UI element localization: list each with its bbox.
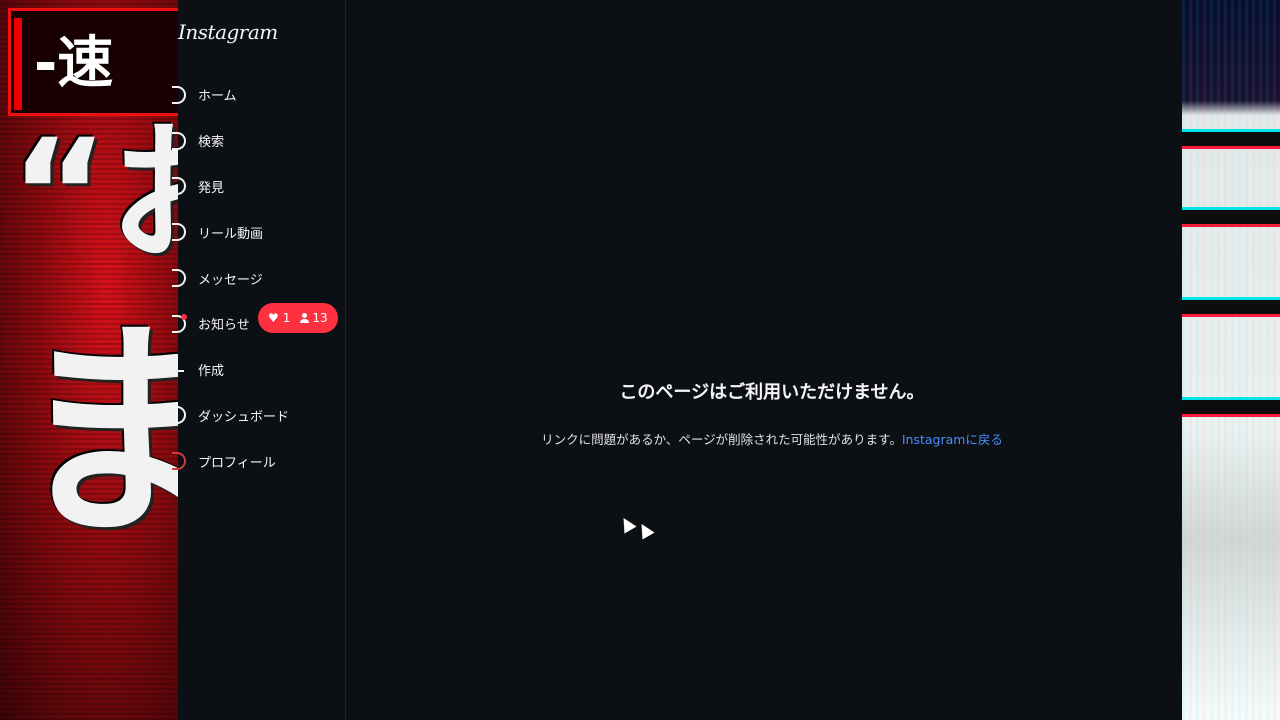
glitch-stripe [1182,300,1280,314]
background-thumbnail-right [1182,0,1280,720]
sidebar-item-label: お知らせ [198,318,250,334]
instagram-logo[interactable]: Instagram [178,20,278,44]
thumbnail-glyph-2: ま [14,301,178,568]
sidebar-item-create[interactable]: 作成 [178,347,346,393]
main-content: このページはご利用いただけません。 リンクに問題があるか、ページが削除された可能… [346,0,1182,720]
sidebar-item-label: ダッシュボード [198,409,290,425]
sidebar-item-label: メッセージ [198,272,263,288]
likes-count: ♥ 1 [268,311,290,325]
sidebar-item-label: 発見 [198,180,225,196]
thumbnail-glyph-1: “お [10,108,178,282]
thumbnail-banner-text: ‐速 [34,31,114,96]
sidebar-item-explore[interactable]: 発見 [172,164,346,210]
create-icon [178,369,184,372]
page-unavailable-description: リンクに問題があるか、ページが削除された可能性があります。Instagramに戻… [346,429,1198,448]
background-thumbnail-left: ‐速 “お ま [0,0,178,720]
sidebar-nav: ホーム 検索 発見 リール動画 メッセージ お知らせ 作成 ダッシュボード プロ… [172,72,346,484]
error-description-text: リンクに問題があるか、ページが削除された可能性があります。 [541,432,902,447]
notification-badge[interactable]: ♥ 1 13 [258,303,338,333]
screen: ‐速 “お ま Instagram ホーム 検索 発見 [0,0,1280,720]
profile-avatar-icon [172,452,186,471]
sidebar-item-messages[interactable]: メッセージ [172,255,346,301]
heart-filled-icon: ♥ [268,311,279,325]
sidebar-item-label: ホーム [198,89,237,105]
sidebar-item-search[interactable]: 検索 [172,118,346,164]
sidebar-item-profile[interactable]: プロフィール [172,438,346,484]
sidebar: Instagram ホーム 検索 発見 リール動画 メッセージ お知らせ 作成 … [172,0,346,720]
sidebar-item-home[interactable]: ホーム [172,72,346,118]
reels-icon [172,223,186,242]
search-icon [172,131,186,150]
sidebar-item-dashboard[interactable]: ダッシュボード [172,393,346,439]
sidebar-item-label: 作成 [198,364,225,380]
explore-icon [172,177,186,196]
likes-count-value: 1 [282,311,291,325]
dashboard-icon [172,406,186,425]
follows-count: 13 [300,311,328,325]
sidebar-item-reels[interactable]: リール動画 [172,209,346,255]
glitch-stripe [1182,132,1280,146]
sidebar-item-label: リール動画 [198,226,264,242]
thumbnail-banner-bar [14,18,22,110]
page-unavailable-title: このページはご利用いただけません。 [619,382,925,403]
sidebar-item-label: プロフィール [198,455,276,471]
person-icon [300,313,310,323]
glitch-stripe [1182,210,1280,224]
home-icon [172,85,186,104]
back-to-instagram-link[interactable]: Instagramに戻る [902,432,1003,447]
messenger-icon [172,269,186,288]
sidebar-item-label: 検索 [198,135,225,151]
heart-icon [172,313,187,333]
follows-count-value: 13 [312,311,328,325]
